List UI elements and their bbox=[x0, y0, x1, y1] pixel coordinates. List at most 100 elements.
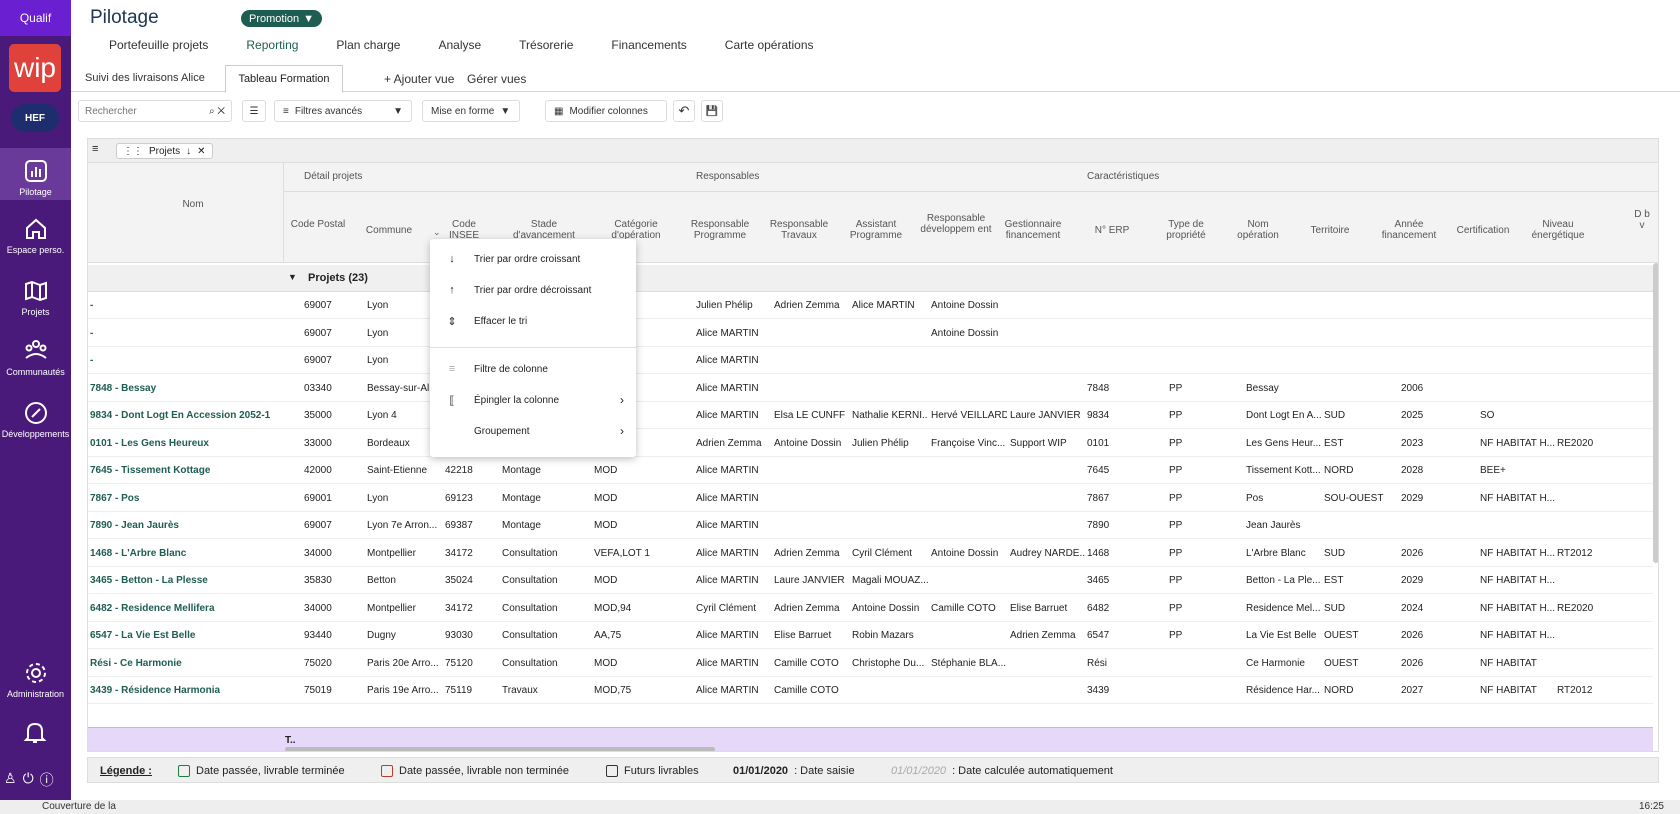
nav-analyse[interactable]: Analyse bbox=[438, 38, 481, 52]
sidebar-item-espace[interactable]: Espace perso. bbox=[0, 216, 71, 255]
table-row[interactable]: 6482 - Residence Mellifera 34000 Montpelli… bbox=[88, 595, 1653, 622]
sidebar-item-communautes[interactable]: Communautés bbox=[0, 338, 71, 377]
row-name-cell[interactable]: 3465 - Betton - La Plesse bbox=[90, 575, 270, 586]
table-row[interactable]: -69007 Lyon Alice MARTIN Antoine Dossin bbox=[88, 320, 1653, 347]
row-name-cell[interactable]: 6547 - La Vie Est Belle bbox=[90, 630, 270, 641]
search-icon[interactable]: ⌕ ✕ bbox=[209, 106, 225, 117]
col-header[interactable]: Nom opération bbox=[1228, 219, 1288, 241]
vertical-scrollbar[interactable] bbox=[1653, 263, 1658, 563]
save-button[interactable]: 💾 bbox=[701, 100, 723, 122]
col-header[interactable]: Responsable Programme bbox=[684, 219, 756, 241]
nav-plan-charge[interactable]: Plan charge bbox=[336, 38, 400, 52]
table-row[interactable]: 6547 - La Vie Est Belle 93440 Dugny 93030 Co… bbox=[88, 622, 1653, 649]
user-icon[interactable]: ♙ bbox=[4, 770, 17, 790]
menu-sort-desc[interactable]: ↑ Trier par ordre décroissant bbox=[430, 276, 636, 304]
advanced-filters-button[interactable]: ≡ Filtres avancés ▼ bbox=[274, 100, 412, 122]
nav-financements[interactable]: Financements bbox=[611, 38, 686, 52]
col-header[interactable]: Responsable Travaux bbox=[763, 219, 835, 241]
table-row[interactable]: 3465 - Betton - La Plesse 35830 Betton 3502… bbox=[88, 567, 1653, 594]
row-name-cell[interactable]: 7890 - Jean Jaurès bbox=[90, 520, 270, 531]
col-header[interactable]: Commune bbox=[350, 225, 428, 236]
table-cell: 69123 bbox=[445, 492, 473, 504]
sidebar-item-projets[interactable]: Projets bbox=[0, 278, 71, 317]
sort-down-icon[interactable]: ↓ bbox=[186, 146, 191, 157]
sidebar-item-pilotage[interactable]: Pilotage bbox=[0, 148, 71, 200]
row-name-cell[interactable]: 9834 - Dont Logt En Accession 2052-10... bbox=[90, 410, 270, 421]
table-row[interactable]: 1468 - L'Arbre Blanc 34000 Montpellier 3417… bbox=[88, 540, 1653, 567]
row-name-cell[interactable]: 7645 - Tissement Kottage bbox=[90, 465, 270, 476]
help-icon[interactable]: ⓘ bbox=[40, 770, 54, 790]
nav-tresorerie[interactable]: Trésorerie bbox=[519, 38, 573, 52]
menu-grouping[interactable]: Groupement › bbox=[430, 417, 636, 445]
table-row[interactable]: -69007 Lyon Alice MARTIN bbox=[88, 347, 1653, 374]
row-name-cell[interactable]: 3439 - Résidence Harmonia bbox=[90, 685, 270, 696]
group-row[interactable]: ▼ Projets (23) bbox=[88, 265, 1653, 292]
row-name-cell[interactable]: 6482 - Residence Mellifera bbox=[90, 603, 270, 614]
col-header[interactable]: D b v bbox=[1632, 209, 1652, 231]
menu-label: Trier par ordre décroissant bbox=[474, 284, 592, 296]
row-name-cell[interactable]: 7867 - Pos bbox=[90, 493, 270, 504]
row-name-cell[interactable]: 0101 - Les Gens Heureux bbox=[90, 438, 270, 449]
manage-views-button[interactable]: Gérer vues bbox=[467, 72, 526, 86]
table-row[interactable]: 7890 - Jean Jaurès 69007 Lyon 7e Arron... 6… bbox=[88, 512, 1653, 539]
chevron-down-icon[interactable]: ⌄ bbox=[433, 227, 441, 238]
col-header[interactable]: Catégorie d'opération bbox=[594, 219, 678, 241]
list-view-button[interactable]: ☰ bbox=[242, 100, 266, 122]
tab-tableau-formation[interactable]: Tableau Formation bbox=[225, 65, 343, 93]
table-cell: PP bbox=[1169, 437, 1183, 449]
add-view-button[interactable]: + Ajouter vue bbox=[384, 72, 454, 86]
bell-icon[interactable] bbox=[22, 720, 48, 746]
menu-column-filter[interactable]: ≡ Filtre de colonne bbox=[430, 355, 636, 383]
nav-carte[interactable]: Carte opérations bbox=[725, 38, 814, 52]
horizontal-scrollbar[interactable] bbox=[285, 747, 715, 751]
table-row[interactable]: 3439 - Résidence Harmonia 75019 Paris 19e … bbox=[88, 677, 1653, 704]
expand-icon[interactable]: ▼ bbox=[288, 272, 297, 282]
app-logo[interactable]: wip bbox=[9, 44, 61, 92]
row-name-cell[interactable]: - bbox=[90, 328, 270, 339]
menu-clear-sort[interactable]: ⇕ Effacer le tri bbox=[430, 307, 636, 335]
col-header[interactable]: Code INSEE bbox=[440, 219, 488, 241]
col-header[interactable]: Gestionnaire financement bbox=[996, 219, 1070, 241]
col-header[interactable]: Assistant Programme bbox=[840, 219, 912, 241]
group-chip[interactable]: ⋮⋮ Projets ↓ ✕ bbox=[116, 143, 213, 159]
col-header[interactable]: N° ERP bbox=[1078, 225, 1146, 236]
menu-sort-asc[interactable]: ↓ Trier par ordre croissant bbox=[430, 245, 636, 273]
tab-suivi-livraisons[interactable]: Suivi des livraisons Alice bbox=[85, 72, 205, 84]
nav-portefeuille[interactable]: Portefeuille projets bbox=[109, 38, 208, 52]
undo-button[interactable]: ↶ bbox=[673, 100, 695, 122]
row-name-cell[interactable]: Rési - Ce Harmonie bbox=[90, 658, 270, 669]
promotion-dropdown[interactable]: Promotion ▼ bbox=[241, 10, 323, 27]
col-header[interactable]: Responsable développem ent bbox=[920, 213, 992, 235]
sidebar-item-developpements[interactable]: Développements bbox=[0, 400, 71, 439]
table-row[interactable]: 7645 - Tissement Kottage 42000 Saint-Étien… bbox=[88, 457, 1653, 484]
table-row[interactable]: -69007 Lyon Julien Phélip Adrien Zemma Alice… bbox=[88, 292, 1653, 319]
taskbar-app-label[interactable]: Couverture de la bbox=[42, 801, 116, 812]
col-header[interactable]: Code Postal bbox=[289, 219, 347, 230]
row-name-cell[interactable]: 1468 - L'Arbre Blanc bbox=[90, 548, 270, 559]
row-name-cell[interactable]: - bbox=[90, 355, 270, 366]
col-header[interactable]: Stade d'avancement bbox=[502, 219, 586, 241]
col-header[interactable]: Type de propriété bbox=[1156, 219, 1216, 241]
menu-pin-column[interactable]: ⟦ Épingler la colonne › bbox=[430, 386, 636, 414]
col-header[interactable]: Certification bbox=[1448, 225, 1518, 236]
table-row[interactable]: 7848 - Bessay 03340 Bessay-sur-Al... Alice … bbox=[88, 375, 1653, 402]
group-panel-icon[interactable]: ≡ bbox=[92, 143, 98, 155]
col-header[interactable]: Niveau énergétique bbox=[1526, 219, 1590, 241]
table-row[interactable]: Rési - Ce Harmonie 75020 Paris 20e Arro...… bbox=[88, 650, 1653, 677]
user-badge[interactable]: HEF bbox=[11, 104, 59, 132]
search-input[interactable] bbox=[85, 105, 185, 117]
close-icon[interactable]: ✕ bbox=[197, 146, 205, 157]
table-row[interactable]: 0101 - Les Gens Heureux 33000 Bordeaux Adri… bbox=[88, 430, 1653, 457]
edit-columns-button[interactable]: ▦ Modifier colonnes bbox=[545, 100, 667, 122]
nav-reporting[interactable]: Reporting bbox=[246, 38, 298, 52]
table-row[interactable]: 7867 - Pos 69001 Lyon 69123 Montage MOD Alice … bbox=[88, 485, 1653, 512]
format-dropdown[interactable]: Mise en forme ▼ bbox=[422, 100, 520, 122]
col-header[interactable]: Année financement bbox=[1374, 219, 1444, 241]
row-name-cell[interactable]: - bbox=[90, 300, 270, 311]
col-header-nom[interactable]: Nom bbox=[158, 199, 228, 210]
sidebar-item-administration[interactable]: Administration bbox=[0, 660, 71, 699]
col-header[interactable]: Territoire bbox=[1300, 225, 1360, 236]
table-row[interactable]: 9834 - Dont Logt En Accession 2052-10...… bbox=[88, 402, 1653, 429]
row-name-cell[interactable]: 7848 - Bessay bbox=[90, 383, 270, 394]
power-icon[interactable]: ⏻ bbox=[23, 770, 34, 790]
